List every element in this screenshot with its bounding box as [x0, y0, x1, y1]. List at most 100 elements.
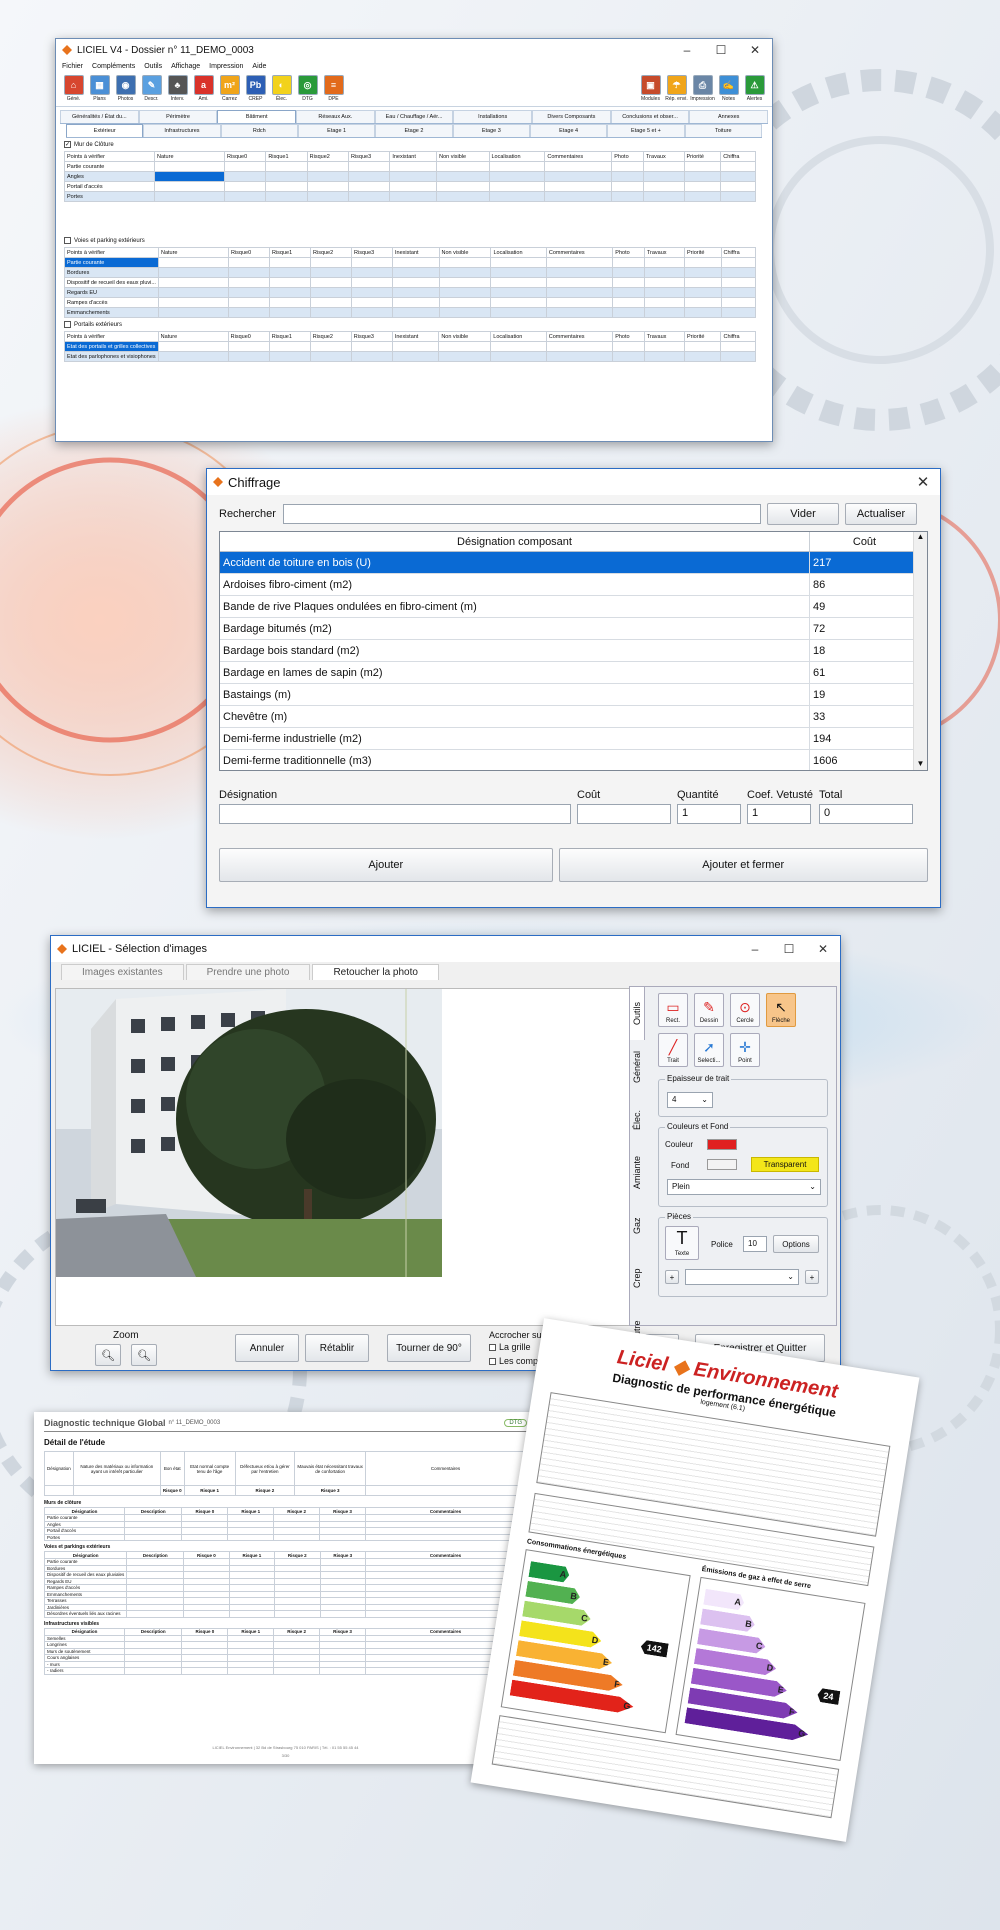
cell[interactable] — [720, 171, 756, 182]
cell[interactable] — [490, 351, 547, 362]
cell[interactable] — [223, 171, 267, 182]
ajouter-button[interactable]: Ajouter — [219, 848, 553, 882]
column-header[interactable]: Inexistant — [389, 151, 438, 162]
cell[interactable] — [643, 161, 685, 172]
vertical-tab[interactable]: Élec. — [630, 1093, 644, 1146]
color-swatch[interactable] — [707, 1139, 737, 1150]
cell[interactable] — [545, 267, 614, 278]
cell[interactable] — [389, 171, 438, 182]
cell[interactable] — [391, 341, 440, 352]
image-tab[interactable]: Images existantes — [61, 964, 184, 980]
column-header[interactable]: Priorité — [683, 331, 722, 342]
cell[interactable] — [392, 257, 440, 268]
toolbar-button[interactable]: ▦ Plans — [88, 75, 111, 103]
cell[interactable] — [490, 257, 547, 268]
list-item[interactable]: Bardage bois standard (m2) 18 — [220, 640, 927, 662]
cell[interactable] — [611, 161, 645, 172]
cell[interactable] — [438, 287, 492, 298]
toolbar-button[interactable]: ▣ Modules — [639, 75, 662, 103]
scrollbar[interactable]: ▲ ▼ — [913, 532, 927, 770]
cell[interactable] — [490, 307, 547, 318]
table-row[interactable]: Partie courante — [64, 257, 757, 268]
close-icon[interactable]: ✕ — [738, 43, 772, 57]
piece-select[interactable]: ⌄ — [685, 1269, 799, 1285]
image-tab[interactable]: Retoucher la photo — [312, 964, 439, 980]
cell[interactable] — [612, 307, 645, 318]
cell[interactable] — [438, 341, 492, 352]
vertical-tab[interactable]: Amiante — [630, 1146, 644, 1199]
tab[interactable]: Divers Composants — [532, 110, 611, 123]
police-input[interactable]: 10 — [743, 1236, 767, 1252]
cell[interactable] — [438, 267, 492, 278]
cell[interactable] — [643, 287, 686, 298]
text-tool[interactable]: T Texte — [665, 1226, 699, 1260]
column-header[interactable]: Risque3 — [350, 331, 393, 342]
menu-item[interactable]: Outils — [144, 63, 162, 70]
column-header[interactable]: Chiffra — [720, 331, 756, 342]
column-header[interactable]: Non visible — [438, 247, 492, 258]
add-piece-button[interactable]: + — [665, 1270, 679, 1284]
cell[interactable] — [612, 267, 645, 278]
list-item[interactable]: Demi-ferme industrielle (m2) 194 — [220, 728, 927, 750]
cell[interactable] — [154, 161, 225, 172]
cell[interactable] — [157, 277, 229, 288]
column-header[interactable]: Risque0 — [227, 331, 270, 342]
cell[interactable] — [157, 257, 229, 268]
cell[interactable] — [157, 341, 229, 352]
vertical-tab[interactable]: Gaz — [630, 1199, 644, 1252]
toolbar-button[interactable]: ☂ Rép. envi. — [665, 75, 688, 103]
checkbox[interactable] — [489, 1343, 496, 1351]
cell[interactable] — [223, 191, 267, 202]
scroll-up-icon[interactable]: ▲ — [914, 532, 927, 541]
cell[interactable] — [392, 287, 440, 298]
cell[interactable] — [306, 161, 349, 172]
column-header[interactable]: Non visible — [436, 151, 490, 162]
cell[interactable] — [720, 181, 756, 192]
cell[interactable] — [268, 277, 312, 288]
column-header[interactable]: Risque1 — [268, 247, 312, 258]
table-row[interactable]: Emmanchements — [64, 307, 757, 318]
cell[interactable] — [391, 351, 440, 362]
search-input[interactable] — [283, 504, 761, 524]
cell[interactable] — [436, 181, 490, 192]
checkbox[interactable] — [64, 237, 71, 244]
cell[interactable] — [227, 341, 270, 352]
list-item[interactable]: Demi-ferme traditionnelle (m3) 1606 — [220, 750, 927, 770]
cell[interactable] — [392, 277, 440, 288]
cell[interactable] — [268, 267, 312, 278]
cell[interactable] — [306, 181, 349, 192]
circle-tool[interactable]: ⊙ Cercle — [730, 993, 760, 1027]
cell[interactable] — [309, 287, 353, 298]
column-header[interactable]: Localisation — [490, 247, 547, 258]
toolbar-button[interactable]: ♣ Interv. — [166, 75, 189, 103]
column-header[interactable]: Inexistant — [391, 331, 440, 342]
cell[interactable] — [392, 267, 440, 278]
annuler-button[interactable]: Annuler — [235, 1334, 299, 1362]
cell[interactable] — [265, 171, 308, 182]
cell[interactable] — [643, 277, 686, 288]
cell[interactable] — [347, 161, 391, 172]
column-header[interactable]: Commentaires — [545, 331, 614, 342]
list-item[interactable]: Bardage en lames de sapin (m2) 61 — [220, 662, 927, 684]
cell[interactable] — [223, 161, 267, 172]
cell[interactable] — [268, 297, 312, 308]
checkbox[interactable] — [489, 1357, 496, 1365]
cell[interactable] — [490, 297, 547, 308]
cell[interactable] — [545, 277, 614, 288]
column-header[interactable]: Risque3 — [351, 247, 394, 258]
vider-button[interactable]: Vider — [767, 503, 839, 525]
table-row[interactable]: Dispositif de recueil des eaux pluvi... — [64, 277, 757, 288]
cell[interactable] — [720, 307, 757, 318]
column-header[interactable]: Priorité — [683, 151, 722, 162]
cell[interactable] — [350, 341, 393, 352]
table-row[interactable]: Rampes d'accès — [64, 297, 757, 308]
toolbar-button[interactable]: ◉ Photos — [114, 75, 137, 103]
menu-item[interactable]: Compléments — [92, 63, 135, 70]
column-header[interactable]: Photo — [612, 247, 645, 258]
cell[interactable] — [438, 351, 492, 362]
vertical-tab[interactable]: Général — [630, 1040, 644, 1093]
subtab[interactable]: Etage 3 — [452, 124, 530, 137]
zoom-in-button[interactable]: 🔍︎ — [131, 1344, 157, 1366]
toolbar-button[interactable]: a Ami. — [192, 75, 215, 103]
tab[interactable]: Installations — [453, 110, 533, 123]
